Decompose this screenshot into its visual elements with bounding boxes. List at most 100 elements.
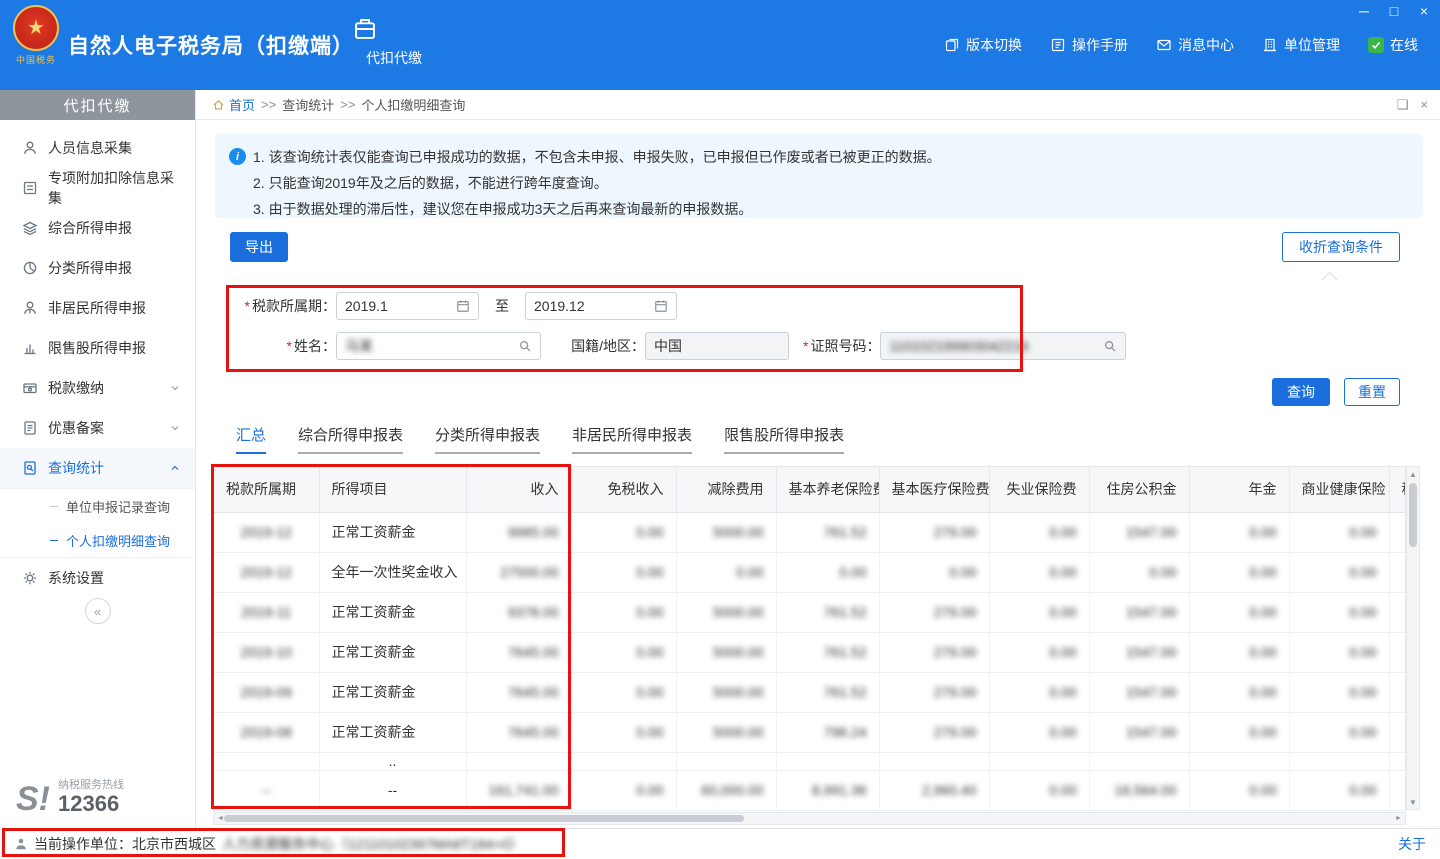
table-cell: 2019-08 xyxy=(214,712,319,752)
table-cell: 0.00 xyxy=(1289,512,1389,552)
person-form-row: *姓名： 马某 国籍/地区： 中国 *证照号码： 110102199903042… xyxy=(232,332,1126,360)
table-row[interactable]: 2019-10正常工资薪金7645.000.005000.00761.52279… xyxy=(214,632,1406,672)
person-icon xyxy=(22,300,38,316)
name-input[interactable]: 马某 xyxy=(336,332,541,360)
module-tab-withholding[interactable]: 代扣代缴 xyxy=(352,16,436,68)
sidebar-subitem-individual-withholding-query[interactable]: 个人扣缴明细查询 xyxy=(0,523,195,557)
nationality-input[interactable]: 中国 xyxy=(645,332,789,360)
horizontal-scrollbar[interactable]: ◄ ► xyxy=(213,812,1406,825)
scroll-up-arrow[interactable]: ▲ xyxy=(1407,467,1419,481)
tab-nonresident-income[interactable]: 非居民所得申报表 xyxy=(572,424,692,454)
sidebar-subitem-unit-declaration-query[interactable]: 单位申报记录查询 xyxy=(0,489,195,523)
table-row-partial[interactable]: .. xyxy=(214,752,1406,770)
table-cell: 0.00 xyxy=(571,632,676,672)
table-cell: 0.00 xyxy=(989,592,1089,632)
table-cell xyxy=(1389,752,1406,770)
tab-comprehensive-income[interactable]: 综合所得申报表 xyxy=(298,424,403,454)
table-row[interactable]: 2019-12全年一次性奖金收入27500.000.000.000.000.00… xyxy=(214,552,1406,592)
document-icon xyxy=(22,420,38,436)
export-button[interactable]: 导出 xyxy=(230,232,288,262)
menu-item-version-switch[interactable]: 版本切换 xyxy=(944,35,1022,55)
menu-item-message-center[interactable]: 消息中心 xyxy=(1156,35,1234,55)
search-icon[interactable] xyxy=(518,339,532,353)
table-row-total[interactable]: ----161,741.000.0060,000.008,991.362,960… xyxy=(214,770,1406,810)
required-asterisk: * xyxy=(803,338,808,354)
hotline-block: S! 纳税服务热线 12366 xyxy=(16,776,124,816)
required-asterisk: * xyxy=(287,338,292,354)
id-number-input[interactable]: 110102199903042218 xyxy=(880,332,1126,360)
sidebar-item-tax-payment[interactable]: 税款缴纳 xyxy=(0,368,195,408)
notice-line: 2. 只能查询2019年及之后的数据，不能进行跨年度查询。 xyxy=(253,170,1407,196)
table-row[interactable]: 2019-11正常工资薪金9378.000.005000.00761.52279… xyxy=(214,592,1406,632)
query-statistics-submenu: 单位申报记录查询 个人扣缴明细查询 xyxy=(0,488,195,558)
period-to-input[interactable]: 2019.12 xyxy=(525,292,677,320)
sidebar-item-comprehensive-income[interactable]: 综合所得申报 xyxy=(0,208,195,248)
national-emblem-icon: ★ xyxy=(13,5,59,51)
table-cell: 761.52 xyxy=(776,672,879,712)
scroll-right-arrow[interactable]: ► xyxy=(1392,813,1405,824)
sidebar-item-label: 非居民所得申报 xyxy=(48,298,146,318)
sidebar-item-restricted-shares[interactable]: 限售股所得申报 xyxy=(0,328,195,368)
period-from-input[interactable]: 2019.1 xyxy=(336,292,479,320)
sidebar-item-label: 分类所得申报 xyxy=(48,258,132,278)
table-cell: 279.00 xyxy=(879,632,989,672)
sidebar-item-preferential-filing[interactable]: 优惠备案 xyxy=(0,408,195,448)
sidebar: 代扣代缴 人员信息采集 专项附加扣除信息采集 综合所得申报 分类所得申报 非居民… xyxy=(0,90,196,828)
result-table: 税款所属期所得项目收入免税收入减除费用基本养老保险费基本医疗保险费失业保险费住房… xyxy=(213,466,1406,811)
breadcrumb-item: 查询统计 xyxy=(282,95,334,114)
sidebar-item-classified-income[interactable]: 分类所得申报 xyxy=(0,248,195,288)
gear-icon xyxy=(22,570,38,586)
sidebar-item-query-statistics[interactable]: 查询统计 xyxy=(0,448,195,488)
breadcrumb: 首页 >> 查询统计 >> 个人扣缴明细查询 ❏ × xyxy=(196,90,1440,120)
tab-classified-income[interactable]: 分类所得申报表 xyxy=(435,424,540,454)
search-icon[interactable] xyxy=(1103,339,1117,353)
table-cell: 正常工资薪金 xyxy=(319,592,466,632)
chevron-down-icon xyxy=(169,382,181,394)
menu-item-online-status[interactable]: 在线 xyxy=(1368,35,1418,55)
horizontal-scroll-thumb[interactable] xyxy=(224,815,744,822)
search-button[interactable]: 查询 xyxy=(1272,378,1330,406)
vertical-scroll-thumb[interactable] xyxy=(1409,483,1417,547)
form-list-icon xyxy=(22,180,38,196)
table-row[interactable]: 2019-08正常工资薪金7645.000.005000.00798.24279… xyxy=(214,712,1406,752)
table-cell: 0.00 xyxy=(571,672,676,712)
table-cell: 5000.00 xyxy=(676,512,776,552)
reset-button[interactable]: 重置 xyxy=(1344,378,1400,406)
table-row[interactable]: 2019-09正常工资薪金7645.000.005000.00761.52279… xyxy=(214,672,1406,712)
chevron-up-icon xyxy=(169,462,181,474)
vertical-scrollbar[interactable]: ▲ ▼ xyxy=(1406,466,1420,810)
close-tab-icon[interactable]: × xyxy=(1420,97,1428,112)
close-button[interactable]: × xyxy=(1416,3,1432,19)
sidebar-item-special-deduction[interactable]: 专项附加扣除信息采集 xyxy=(0,168,195,208)
table-cell: 1547.00 xyxy=(1089,632,1189,672)
sidebar-collapse-button[interactable]: « xyxy=(85,598,111,624)
sidebar-item-personnel-info[interactable]: 人员信息采集 xyxy=(0,128,195,168)
menu-label: 单位管理 xyxy=(1284,35,1340,55)
table-cell: 0.00 xyxy=(1289,712,1389,752)
popout-icon[interactable]: ❏ xyxy=(1397,97,1409,113)
sidebar-item-nonresident-income[interactable]: 非居民所得申报 xyxy=(0,288,195,328)
about-link[interactable]: 关于 xyxy=(1398,834,1426,854)
breadcrumb-home[interactable]: 首页 xyxy=(212,95,255,114)
table-cell: 0.00 xyxy=(989,770,1089,810)
tab-restricted-shares[interactable]: 限售股所得申报表 xyxy=(724,424,844,454)
sidebar-item-system-settings[interactable]: 系统设置 xyxy=(0,558,195,598)
notice-line: 3. 由于数据处理的滞后性，建议您在申报成功3天之后再来查询最新的申报数据。 xyxy=(253,196,1407,222)
sidebar-item-label: 专项附加扣除信息采集 xyxy=(48,168,181,208)
calendar-icon[interactable] xyxy=(456,299,470,313)
calendar-icon[interactable] xyxy=(654,299,668,313)
table-cell xyxy=(1189,752,1289,770)
table-row[interactable]: 2019-12正常工资薪金9985.000.005000.00761.52279… xyxy=(214,512,1406,552)
table-cell: 279.00 xyxy=(879,512,989,552)
menu-item-unit-management[interactable]: 单位管理 xyxy=(1262,35,1340,55)
table-cell: 1547.00 xyxy=(1089,592,1189,632)
column-header: 所得项目 xyxy=(319,467,466,512)
table-cell: 0.00 xyxy=(1189,592,1289,632)
menu-item-manual[interactable]: 操作手册 xyxy=(1050,35,1128,55)
menu-label: 版本切换 xyxy=(966,35,1022,55)
collapse-query-button[interactable]: 收折查询条件 xyxy=(1282,232,1400,262)
app-title: 自然人电子税务局（扣缴端） xyxy=(68,0,354,90)
table-cell: 2019-11 xyxy=(214,592,319,632)
scroll-down-arrow[interactable]: ▼ xyxy=(1407,795,1419,809)
tab-summary[interactable]: 汇总 xyxy=(236,424,266,454)
